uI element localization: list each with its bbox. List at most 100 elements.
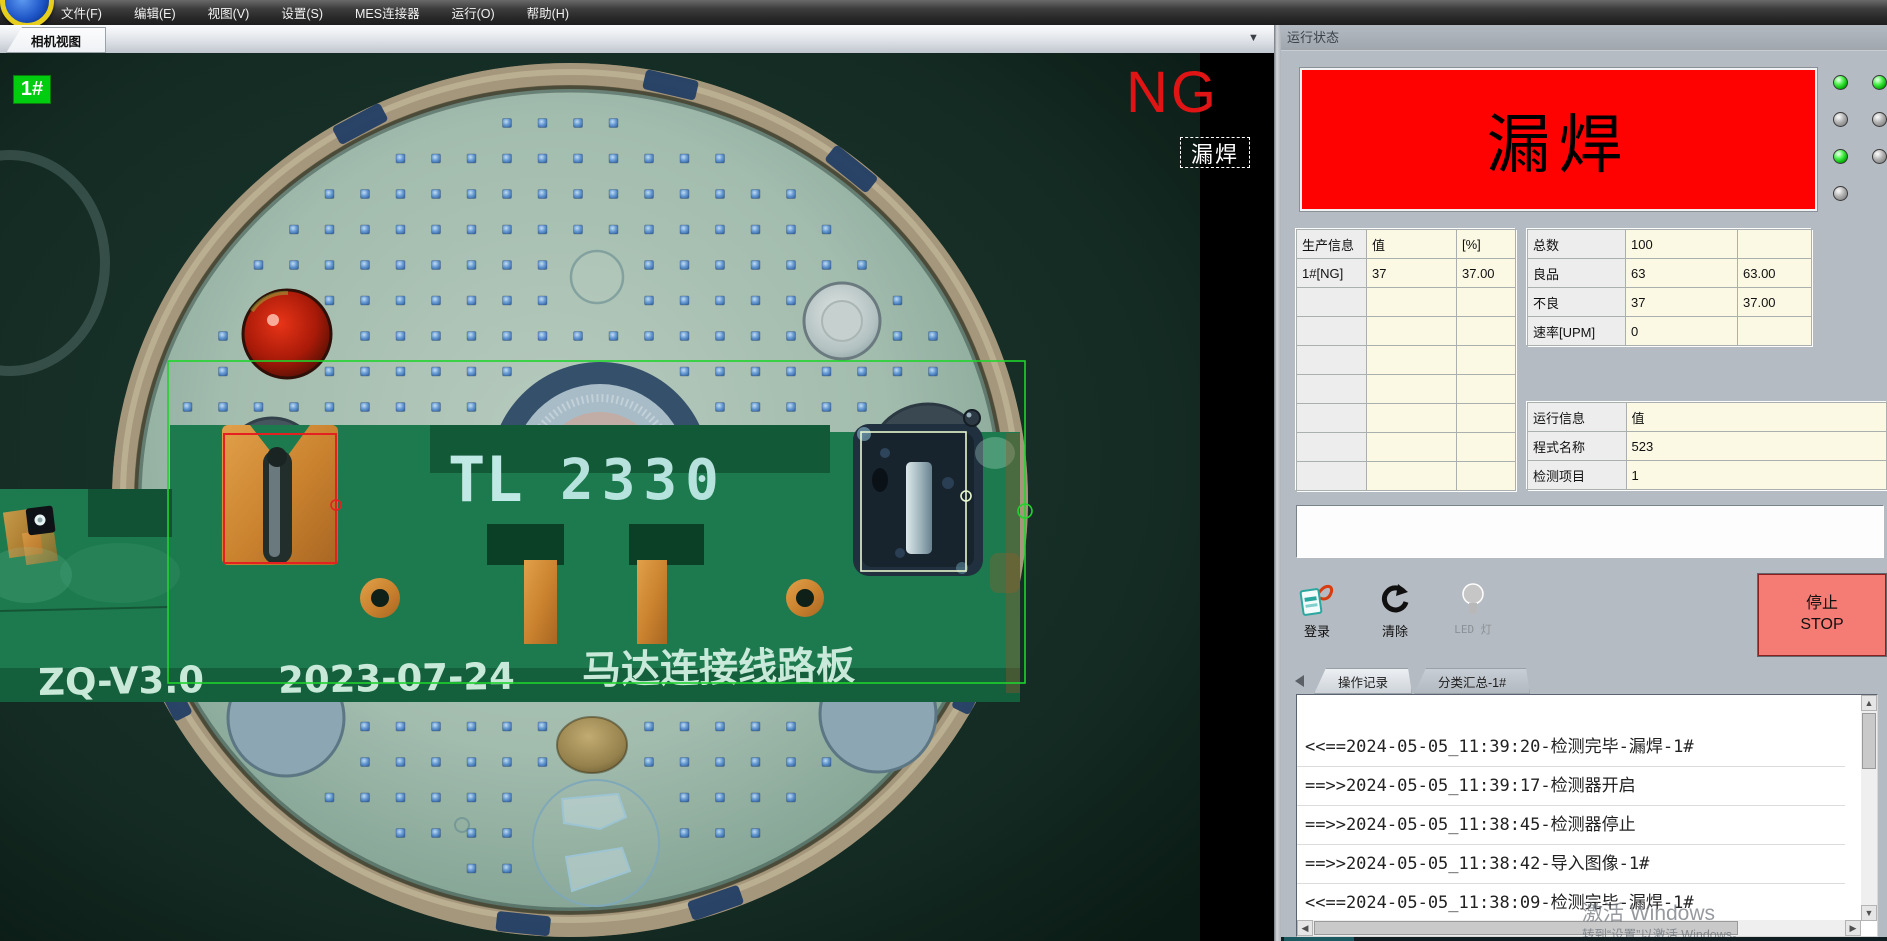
copper-pad-bar [637,560,667,644]
table-row: 检测项目1 [1528,461,1887,490]
etched-circle-small [571,251,623,303]
table-row: 生产信息值[%] [1297,230,1516,259]
copper-pad-bar [524,560,557,644]
bottom-edge-accent [1284,937,1354,941]
scroll-up-icon[interactable]: ▲ [1861,695,1877,711]
scroll-down-icon[interactable]: ▼ [1861,905,1877,921]
menu-item-2[interactable]: 视图(V) [199,0,259,25]
table-cell [1367,346,1457,375]
table-cell [1738,317,1812,346]
table-cell: 速率[UPM] [1528,317,1626,346]
tab-summary[interactable]: 分类汇总-1# [1414,668,1530,694]
log-tab-strip: 操作记录 分类汇总-1# [1281,668,1887,694]
app-window: 文件(F) 编辑(E) 视图(V) 设置(S) MES连接器运行(O) 帮助(H) 相机视… [0,0,1887,941]
table-row: 1#[NG]3737.00 [1297,259,1516,288]
table-cell: 不良 [1528,288,1626,317]
table-cell: 生产信息 [1297,230,1367,259]
table-cell: 100 [1626,230,1738,259]
table-cell [1297,433,1367,462]
scroll-right-icon[interactable]: ▶ [1845,920,1861,936]
h-scrollbar[interactable]: ◀ ▶ [1297,920,1861,936]
panel-splitter[interactable] [1274,25,1281,941]
menu-item-4[interactable]: MES连接器 [346,0,429,25]
table-cell [1367,375,1457,404]
table-cell: 523 [1626,432,1886,461]
led-indicator-on [1833,75,1848,90]
run-info-table: 运行信息值程式名称523检测项目1 [1527,402,1887,490]
login-button[interactable]: 登录 [1289,580,1345,642]
result-ng-label: NG [1126,64,1219,122]
table-cell: 值 [1367,230,1457,259]
table-row: 程式名称523 [1528,432,1887,461]
table-cell [1367,433,1457,462]
menu-item-6[interactable]: 帮助(H) [518,0,578,25]
svg-text:TL: TL [448,443,523,516]
bottom-edge [1281,937,1887,941]
led-indicator-on [1833,149,1848,164]
table-cell [1457,375,1516,404]
table-cell [1297,462,1367,491]
menu-bar: 文件(F) 编辑(E) 视图(V) 设置(S) MES连接器运行(O) 帮助(H) [0,0,1887,25]
pcb-model-marking: TL 2330 [448,443,727,516]
message-input[interactable] [1296,505,1884,558]
table-cell [1297,288,1367,317]
scroll-left-icon[interactable]: ◀ [1297,920,1313,936]
table-cell: 1#[NG] [1297,259,1367,288]
gray-component [804,283,880,359]
table-cell: 37.00 [1738,288,1812,317]
log-entry: <<==2024-05-05_11:39:20-检测完毕-漏焊-1# [1297,728,1845,767]
svg-text:2023-07-24: 2023-07-24 [278,655,515,702]
table-row: 不良3737.00 [1528,288,1812,317]
menu-item-0[interactable]: 文件(F) [52,0,111,25]
menu-items: 文件(F) 编辑(E) 视图(V) 设置(S) MES连接器运行(O) 帮助(H) [52,0,578,25]
table-cell: 良品 [1528,259,1626,288]
table-cell [1297,346,1367,375]
table-row: 良品6363.00 [1528,259,1812,288]
table-cell: [%] [1457,230,1516,259]
table-cell: 37 [1367,259,1457,288]
table-cell: 63.00 [1738,259,1812,288]
log-rows: <<==2024-05-05_11:39:20-检测完毕-漏焊-1#==>>20… [1297,728,1845,923]
production-table: 生产信息值[%]1#[NG]3737.00 [1296,229,1516,491]
menu-item-5[interactable]: 运行(O) [443,0,504,25]
lightbulb-icon [1454,580,1492,618]
table-cell [1457,404,1516,433]
led-indicator-off [1833,186,1848,201]
v-scroll-thumb[interactable] [1862,713,1876,769]
table-cell [1738,230,1812,259]
tab-scroll-left-icon[interactable] [1295,675,1304,687]
menu-item-3[interactable]: 设置(S) [272,0,332,25]
defect-name-tag: 漏焊 [1180,137,1250,168]
svg-text:ZQ-V3.0: ZQ-V3.0 [38,658,205,704]
led-indicator-on [1872,75,1887,90]
led-light-button[interactable]: LED 灯 [1441,580,1505,642]
tab-camera-view[interactable]: 相机视图 [6,27,106,53]
led-indicator-off [1833,112,1848,127]
table-row [1297,462,1516,491]
table-row [1297,375,1516,404]
inspection-image: TL 2330 ZQ-V3.0 2023-07-24 马达连接线路板 [0,53,1274,941]
app-logo-icon [0,0,54,28]
station-badge: 1# [13,75,51,104]
table-cell: 总数 [1528,230,1626,259]
table-cell [1367,288,1457,317]
led-indicator-off [1872,149,1887,164]
alarm-text: 漏焊 [1487,94,1631,186]
clear-button[interactable]: 清除 [1367,580,1423,642]
tab-operation-log[interactable]: 操作记录 [1314,668,1412,694]
run-status-panel: 运行状态 漏焊 生产信息值[%]1#[NG]3737.00 总数100良品636… [1281,25,1887,941]
log-entry: ==>>2024-05-05_11:39:17-检测器开启 [1297,767,1845,806]
svg-text:马达连接线路板: 马达连接线路板 [582,644,856,694]
camera-viewport[interactable]: TL 2330 ZQ-V3.0 2023-07-24 马达连接线路板 [0,53,1274,941]
v-scrollbar[interactable]: ▲ ▼ [1861,695,1877,921]
table-row: 运行信息值 [1528,403,1887,432]
log-entry: <<==2024-05-05_11:38:09-检测完毕-漏焊-1# [1297,884,1845,923]
table-cell [1297,404,1367,433]
stop-button[interactable]: 停止 STOP [1758,574,1886,656]
chevron-down-icon[interactable]: ▼ [1248,32,1259,44]
table-cell [1457,462,1516,491]
table-cell: 值 [1626,403,1886,432]
log-entry: ==>>2024-05-05_11:38:45-检测器停止 [1297,806,1845,845]
menu-item-1[interactable]: 编辑(E) [125,0,185,25]
table-cell: 运行信息 [1528,403,1627,432]
